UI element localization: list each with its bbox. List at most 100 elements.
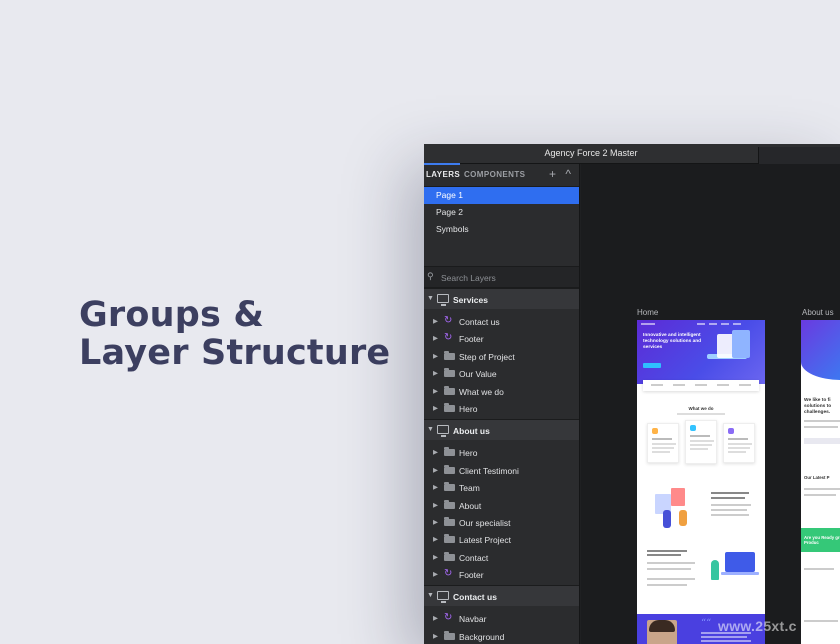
search-layers-placeholder: Search Layers bbox=[441, 273, 496, 283]
layer-item-label: Latest Project bbox=[459, 535, 511, 546]
layer-item-label: Footer bbox=[459, 570, 484, 581]
expand-arrow-icon[interactable]: ▶ bbox=[433, 632, 438, 640]
layer-item[interactable]: ▶ About bbox=[424, 497, 579, 514]
layer-item-label: Our Value bbox=[459, 369, 497, 380]
disclosure-arrow-icon[interactable]: ▼ bbox=[427, 295, 434, 302]
artboard-label-home[interactable]: Home bbox=[637, 308, 658, 317]
expand-arrow-icon[interactable]: ▶ bbox=[433, 334, 438, 342]
laptop-illustration bbox=[707, 548, 759, 588]
layer-item[interactable]: ▶ ↻ Contact us bbox=[424, 313, 579, 330]
layer-item[interactable]: ▶ Latest Project bbox=[424, 531, 579, 548]
text-line bbox=[647, 554, 681, 556]
layer-item-label: Our specialist bbox=[459, 517, 511, 528]
layer-item-label: Hero bbox=[459, 448, 478, 459]
layer-tree: ▼ Services ▶ ↻ Contact us ▶ ↻ Footer ▶ Step of Pr… bbox=[424, 288, 579, 644]
home-feature-strip bbox=[643, 380, 759, 391]
layer-group-about-us[interactable]: ▼ About us bbox=[424, 419, 579, 441]
disclosure-arrow-icon[interactable]: ▼ bbox=[427, 426, 434, 433]
expand-arrow-icon[interactable]: ▶ bbox=[433, 404, 438, 412]
home-hero-text: Innovative and intelligent technology so… bbox=[643, 333, 702, 350]
folder-icon bbox=[444, 368, 455, 378]
service-card bbox=[647, 423, 679, 463]
what-we-do-subtitle bbox=[677, 413, 725, 415]
collapse-pages-icon[interactable]: ^ bbox=[565, 167, 571, 181]
expand-arrow-icon[interactable]: ▶ bbox=[433, 387, 438, 395]
expand-arrow-icon[interactable]: ▶ bbox=[433, 352, 438, 360]
layer-item[interactable]: ▶ ↻ Footer bbox=[424, 566, 579, 583]
expand-arrow-icon[interactable]: ▶ bbox=[433, 369, 438, 377]
layer-group-contact-us[interactable]: ▼ Contact us bbox=[424, 585, 579, 607]
expand-arrow-icon[interactable]: ▶ bbox=[433, 553, 438, 561]
quote-icon: ““ bbox=[701, 618, 712, 629]
folder-icon bbox=[444, 630, 455, 640]
tab-layers[interactable]: LAYERS bbox=[426, 170, 460, 179]
layer-item[interactable]: ▶ Hero bbox=[424, 400, 579, 417]
expand-arrow-icon[interactable]: ▶ bbox=[433, 483, 438, 491]
text-line bbox=[711, 497, 745, 499]
page-item-page-1[interactable]: Page 1 bbox=[424, 187, 579, 204]
folder-icon bbox=[444, 447, 455, 457]
folder-icon bbox=[444, 482, 455, 492]
watermark: www.25xt.c bbox=[718, 618, 797, 634]
artboard-icon bbox=[437, 425, 449, 438]
page-item-page-2[interactable]: Page 2 bbox=[424, 204, 579, 221]
expand-arrow-icon[interactable]: ▶ bbox=[433, 570, 438, 578]
folder-icon bbox=[444, 464, 455, 474]
expand-arrow-icon[interactable]: ▶ bbox=[433, 614, 438, 622]
layer-group-label: Services bbox=[453, 295, 488, 305]
tab-components[interactable]: COMPONENTS bbox=[464, 170, 525, 179]
expand-arrow-icon[interactable]: ▶ bbox=[433, 535, 438, 543]
layer-item[interactable]: ▶ Team bbox=[424, 479, 579, 496]
layer-item[interactable]: ▶ ↻ Navbar bbox=[424, 610, 579, 627]
layer-item[interactable]: ▶ Hero bbox=[424, 444, 579, 461]
layer-item[interactable]: ▶ Our specialist bbox=[424, 514, 579, 531]
expand-arrow-icon[interactable]: ▶ bbox=[433, 317, 438, 325]
layer-item[interactable]: ▶ Client Testimoni bbox=[424, 462, 579, 479]
layer-item-label: Navbar bbox=[459, 614, 487, 625]
text-line bbox=[647, 568, 691, 570]
second-window-tab[interactable] bbox=[758, 147, 840, 164]
layer-item[interactable]: ▶ What we do bbox=[424, 383, 579, 400]
layer-group-services[interactable]: ▼ Services bbox=[424, 288, 579, 309]
active-tab-indicator bbox=[424, 163, 460, 165]
layer-item-label: Team bbox=[459, 483, 480, 494]
text-line bbox=[647, 550, 687, 552]
page-headline: Groups & Layer Structure bbox=[79, 296, 390, 372]
text-line bbox=[711, 509, 747, 511]
folder-icon bbox=[444, 551, 455, 561]
expand-arrow-icon[interactable]: ▶ bbox=[433, 448, 438, 456]
sketch-window: Agency Force 2 Master LAYERS COMPONENTS … bbox=[424, 144, 840, 644]
about-us-artboard[interactable]: We like to fi solutions to challenges. O… bbox=[801, 320, 840, 644]
add-page-icon[interactable]: + bbox=[549, 167, 556, 181]
expand-arrow-icon[interactable]: ▶ bbox=[433, 501, 438, 509]
service-card bbox=[685, 420, 717, 464]
layer-item-label: Hero bbox=[459, 403, 478, 414]
symbol-icon: ↻ bbox=[444, 568, 453, 580]
symbol-icon: ↻ bbox=[444, 612, 453, 624]
layer-item[interactable]: ▶ Step of Project bbox=[424, 348, 579, 365]
layer-item-label: Footer bbox=[459, 334, 484, 345]
layer-item[interactable]: ▶ Background bbox=[424, 628, 579, 644]
disclosure-arrow-icon[interactable]: ▼ bbox=[427, 592, 434, 599]
text-line bbox=[711, 504, 751, 506]
expand-arrow-icon[interactable]: ▶ bbox=[433, 518, 438, 526]
layer-item-label: What we do bbox=[459, 386, 504, 397]
layers-panel: LAYERS COMPONENTS + ^ Page 1 Page 2 Symb… bbox=[424, 163, 580, 644]
expand-arrow-icon[interactable]: ▶ bbox=[433, 466, 438, 474]
home-artboard[interactable]: Innovative and intelligent technology so… bbox=[637, 320, 765, 644]
layer-item[interactable]: ▶ Contact bbox=[424, 549, 579, 566]
search-layers-field[interactable]: ⚲ Search Layers bbox=[424, 266, 579, 288]
layer-item-label: Client Testimoni bbox=[459, 465, 519, 476]
page-item-symbols[interactable]: Symbols bbox=[424, 221, 579, 238]
service-card bbox=[723, 423, 755, 463]
headline-line-2: Layer Structure bbox=[79, 333, 391, 373]
artboard-label-about-us[interactable]: About us bbox=[802, 308, 834, 317]
search-icon: ⚲ bbox=[427, 271, 434, 281]
layer-item[interactable]: ▶ Our Value bbox=[424, 365, 579, 382]
canvas[interactable]: Home About us Innovative and intelligent… bbox=[581, 164, 840, 644]
artboard-icon bbox=[437, 591, 449, 604]
layer-item[interactable]: ▶ ↻ Footer bbox=[424, 330, 579, 347]
title-bar: Agency Force 2 Master bbox=[424, 144, 840, 164]
layer-group-label: Contact us bbox=[453, 592, 497, 603]
folder-icon bbox=[444, 350, 455, 360]
